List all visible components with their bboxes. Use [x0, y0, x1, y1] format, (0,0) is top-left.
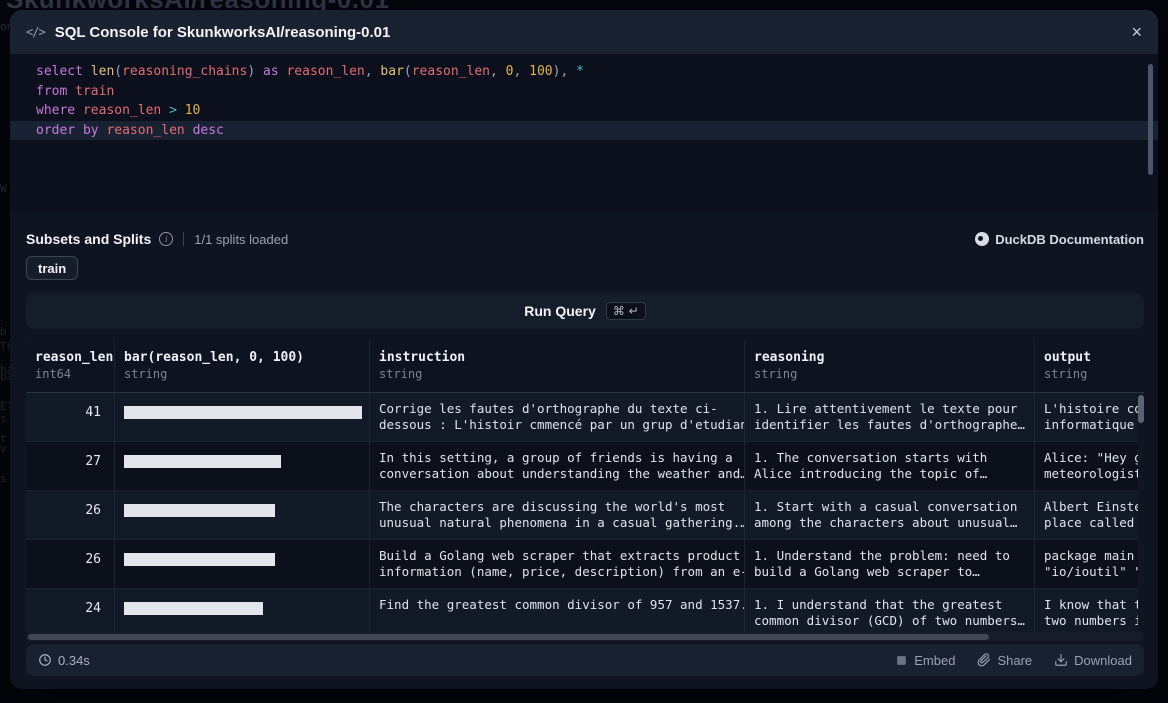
bar-chart-cell: [124, 406, 362, 419]
modal-header: </> SQL Console for SkunkworksAI/reasoni…: [10, 10, 1158, 54]
embed-button[interactable]: Embed: [895, 653, 955, 668]
share-button[interactable]: Share: [977, 653, 1032, 668]
info-icon[interactable]: i: [159, 232, 173, 246]
column-header-output[interactable]: output string: [1035, 341, 1144, 392]
editor-scrollbar[interactable]: [1148, 64, 1153, 175]
bar-chart-cell: [124, 553, 275, 566]
embed-icon: [895, 654, 908, 667]
results-footer: 0.34s Embed Share Download: [26, 644, 1144, 676]
subsets-title: Subsets and Splits: [26, 231, 151, 247]
column-header-instruction[interactable]: instruction string: [370, 341, 745, 392]
bar-chart-cell: [124, 602, 263, 615]
column-header-reasoning[interactable]: reasoning string: [745, 341, 1035, 392]
close-icon[interactable]: ×: [1131, 23, 1142, 41]
duckdb-icon: [975, 232, 989, 246]
sql-line-3[interactable]: where reason_len > 10: [10, 101, 1158, 121]
table-body: 41 Corrige les fautes d'orthographe du t…: [26, 393, 1144, 632]
sql-console-modal: </> SQL Console for SkunkworksAI/reasoni…: [10, 10, 1158, 689]
results-table: reason_len int64 bar(reason_len, 0, 100)…: [26, 341, 1144, 632]
sql-line-4-active[interactable]: order by reason_len desc: [10, 121, 1158, 141]
link-icon: [977, 653, 991, 667]
splits-loaded-status: 1/1 splits loaded: [194, 232, 288, 247]
table-vertical-scrollbar[interactable]: [1138, 395, 1144, 632]
duckdb-documentation-label: DuckDB Documentation: [995, 232, 1144, 247]
sql-line-2[interactable]: from train: [10, 82, 1158, 102]
keyboard-shortcut-badge: ⌘ ↵: [606, 302, 646, 320]
download-icon: [1054, 653, 1068, 667]
table-horizontal-scrollbar[interactable]: [26, 632, 1144, 641]
subsets-row: Subsets and Splits i 1/1 splits loaded D…: [26, 229, 1144, 249]
table-header: reason_len int64 bar(reason_len, 0, 100)…: [26, 341, 1144, 393]
code-icon: </>: [26, 25, 45, 39]
split-chip-train[interactable]: train: [26, 256, 78, 280]
bar-chart-cell: [124, 455, 281, 468]
column-header-reason-len[interactable]: reason_len int64: [26, 341, 115, 392]
sql-line-1[interactable]: select len(reasoning_chains) as reason_l…: [10, 62, 1158, 82]
run-query-button[interactable]: Run Query ⌘ ↵: [26, 293, 1144, 329]
query-duration: 0.34s: [38, 653, 90, 668]
clock-icon: [38, 653, 52, 667]
modal-title: SQL Console for SkunkworksAI/reasoning-0…: [55, 24, 391, 41]
table-row[interactable]: 24 Find the greatest common divisor of 9…: [26, 589, 1144, 632]
download-button[interactable]: Download: [1054, 653, 1132, 668]
divider: [183, 232, 184, 246]
scrollbar-thumb[interactable]: [28, 634, 989, 640]
table-row[interactable]: 41 Corrige les fautes d'orthographe du t…: [26, 393, 1144, 442]
column-header-bar[interactable]: bar(reason_len, 0, 100) string: [115, 341, 370, 392]
duckdb-documentation-link[interactable]: DuckDB Documentation: [975, 232, 1144, 247]
table-row[interactable]: 26 The characters are discussing the wor…: [26, 491, 1144, 540]
table-row[interactable]: 26 Build a Golang web scraper that extra…: [26, 540, 1144, 589]
table-row[interactable]: 27 In this setting, a group of friends i…: [26, 442, 1144, 491]
bar-chart-cell: [124, 504, 275, 517]
run-query-label: Run Query: [524, 303, 596, 319]
sql-editor[interactable]: select len(reasoning_chains) as reason_l…: [10, 54, 1158, 212]
footer-actions: Embed Share Download: [895, 653, 1132, 668]
